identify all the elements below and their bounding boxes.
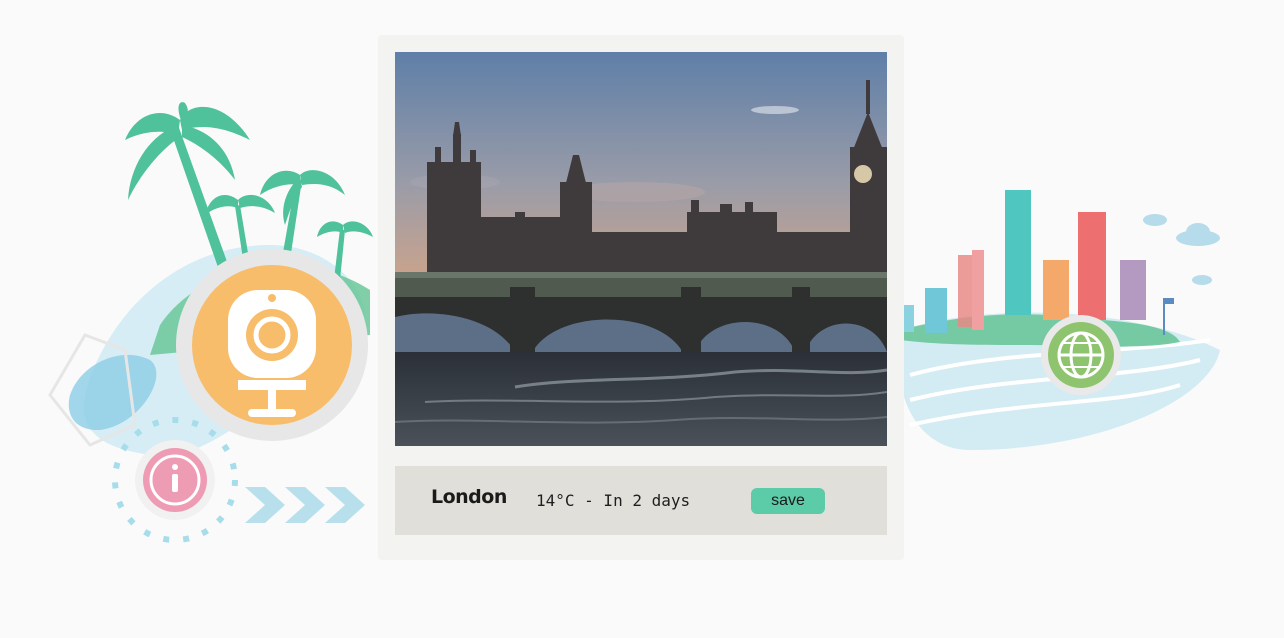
forecast-text: 14°C - In 2 days — [536, 491, 691, 510]
forecast-bar: London 14°C - In 2 days save — [395, 466, 887, 535]
info-icon — [135, 440, 215, 520]
palm-tree-icon — [125, 102, 250, 273]
save-button[interactable]: save — [751, 488, 825, 514]
city-name: London — [431, 486, 507, 508]
city-photo — [395, 52, 887, 446]
chevron-right-icon — [245, 487, 365, 523]
cloud-icon — [1143, 214, 1220, 285]
weather-card: London 14°C - In 2 days save — [378, 35, 904, 560]
travel-illustration-right — [898, 190, 1220, 450]
travel-illustration-left — [48, 102, 373, 543]
globe-icon — [1041, 315, 1121, 395]
webcam-icon — [176, 249, 368, 441]
